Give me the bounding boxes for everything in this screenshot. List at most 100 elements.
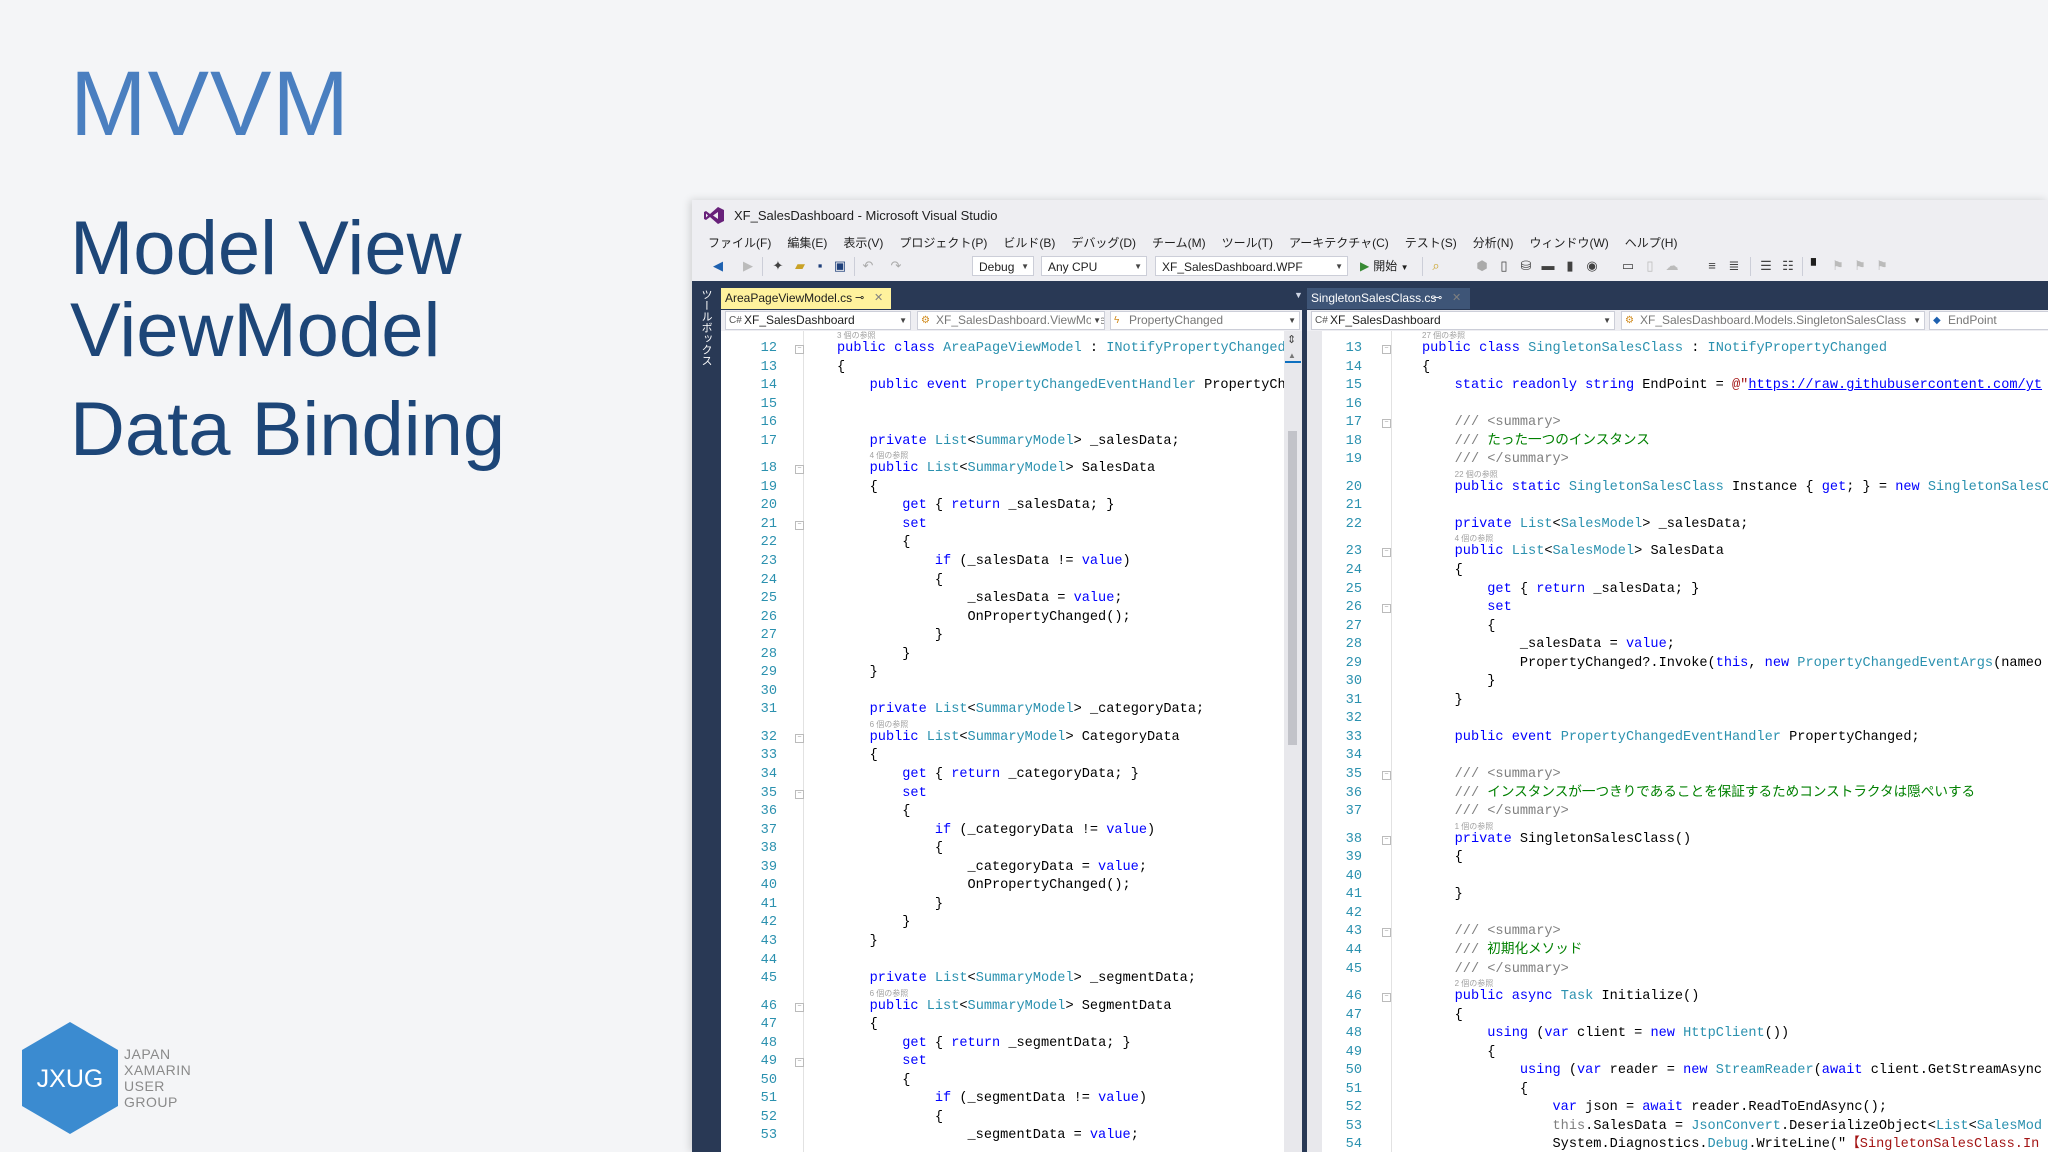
pin-icon[interactable]: ⊸ (855, 288, 864, 309)
vertical-scrollbar[interactable]: ⇕ ▲ (1284, 331, 1302, 1152)
code-lens-references[interactable]: 6 個の参照 (721, 989, 1302, 998)
line-number: 25 (760, 591, 777, 607)
chevron-down-icon: ▼ (1400, 263, 1409, 272)
code-line: 48 using (var client = new HttpClient()) (1307, 1025, 2048, 1044)
close-icon[interactable]: ✕ (874, 288, 883, 309)
collapse-icon[interactable]: − (1382, 345, 1391, 354)
project-dropdown[interactable]: C# XF_SalesDashboard ▼ (725, 311, 911, 330)
code-line: 42 } (721, 914, 1302, 933)
xamarin-icon[interactable]: ◉ (1584, 258, 1600, 274)
code-text: _categoryData = value; (837, 859, 1148, 878)
collapse-icon[interactable]: − (1382, 419, 1391, 429)
bookmark-icon[interactable]: ▘ (1808, 258, 1824, 274)
uncomment-icon[interactable]: ≣ (1726, 258, 1742, 274)
code-editor[interactable]: 27 個の参照 13 − public class SingletonSalesCla… (1307, 331, 2048, 1152)
collapse-icon[interactable]: − (1382, 835, 1391, 845)
code-lens-references[interactable]: 6 個の参照 (721, 720, 1302, 729)
menu-analyze[interactable]: 分析(N) (1465, 231, 1522, 252)
android-device-icon[interactable]: ▯ (1496, 258, 1512, 274)
solution-platform-dropdown[interactable]: Any CPU ▼ (1041, 256, 1147, 276)
collapse-icon[interactable]: − (1382, 548, 1391, 558)
collapse-icon[interactable]: − (795, 733, 804, 743)
save-icon[interactable]: ▪ (812, 258, 828, 274)
code-token[interactable]: https://raw.githubusercontent.com/yt (1748, 378, 2042, 393)
collapse-icon[interactable]: − (795, 1058, 804, 1068)
toolbox-strip[interactable]: ツールボックス (692, 281, 718, 1152)
emulator-icon[interactable]: ▮ (1562, 258, 1578, 274)
start-debugging-button[interactable]: ▶ 開始 ▼ (1360, 257, 1409, 276)
code-lens-references[interactable]: 27 個の参照 (1307, 331, 2048, 340)
open-file-icon[interactable]: ▰ (792, 258, 808, 274)
new-project-icon[interactable]: ✦ (770, 258, 786, 274)
code-line: 25 get { return _salesData; } (1307, 581, 2048, 600)
member-dropdown[interactable]: ◆ EndPoint (1929, 311, 2048, 330)
toolbox-label[interactable]: ツールボックス (698, 289, 714, 366)
menu-file[interactable]: ファイル(F) (700, 231, 779, 252)
terminal-icon[interactable]: ▬ (1540, 258, 1556, 274)
back-icon[interactable]: ◀ (710, 258, 726, 274)
monitor-icon[interactable]: ▭ (1620, 258, 1636, 274)
remote-device-icon[interactable]: ▯ (1642, 258, 1658, 274)
collapse-icon[interactable]: − (1382, 993, 1391, 1003)
code-editor[interactable]: 3 個の参照 12 − public class AreaPageViewModel … (721, 331, 1302, 1152)
menu-edit[interactable]: 編集(E) (779, 231, 835, 252)
menu-test[interactable]: テスト(S) (1397, 231, 1465, 252)
save-all-icon[interactable]: ▣ (832, 258, 848, 274)
scrollbar-thumb[interactable] (1288, 431, 1297, 745)
undo-icon[interactable]: ↶ (860, 258, 876, 274)
close-icon[interactable]: ✕ (1452, 288, 1461, 309)
menu-tools[interactable]: ツール(T) (1214, 231, 1281, 252)
tab-area-page-view-model[interactable]: AreaPageViewModel.cs ⊸ ✕ (721, 288, 891, 309)
next-bookmark-icon[interactable]: ⚑ (1852, 258, 1868, 274)
collapse-icon[interactable]: − (795, 520, 804, 530)
collapse-icon[interactable]: − (795, 345, 804, 354)
chevron-down-icon: ▼ (1134, 262, 1142, 271)
code-lens-references[interactable]: 22 個の参照 (1307, 470, 2048, 479)
menu-window[interactable]: ウィンドウ(W) (1521, 231, 1616, 252)
collapse-icon[interactable]: − (795, 1002, 804, 1012)
menu-help[interactable]: ヘルプ(H) (1617, 231, 1686, 252)
prev-bookmark-icon[interactable]: ⚑ (1830, 258, 1846, 274)
type-dropdown[interactable]: ⚙ XF_SalesDashboard.Models.SingletonSales… (1621, 311, 1925, 330)
collapse-icon[interactable]: − (1382, 928, 1391, 938)
solution-configuration-dropdown[interactable]: Debug ▼ (972, 256, 1034, 276)
code-lens-references[interactable]: 3 個の参照 (721, 331, 1302, 340)
code-token: { (837, 479, 878, 495)
code-lens-references[interactable]: 4 個の参照 (1307, 534, 2048, 543)
tab-overflow-dropdown[interactable]: ▼ (1294, 290, 1303, 300)
code-token: > CategoryData (1065, 729, 1180, 745)
forward-icon[interactable]: ▶ (740, 258, 756, 274)
split-handle-icon[interactable]: ⇕ (1287, 333, 1296, 346)
menu-team[interactable]: チーム(M) (1144, 231, 1214, 252)
outdent-icon[interactable]: ☷ (1780, 258, 1796, 274)
redo-icon[interactable]: ↷ (888, 258, 904, 274)
indent-icon[interactable]: ☰ (1758, 258, 1774, 274)
cloud-icon[interactable]: ☁ (1664, 258, 1680, 274)
pin-icon[interactable]: ⊸ (1433, 288, 1442, 309)
code-lens-references[interactable]: 2 個の参照 (1307, 979, 2048, 988)
code-lens-references[interactable]: 1 個の参照 (1307, 822, 2048, 831)
sdk-manager-icon[interactable]: ⛁ (1518, 258, 1534, 274)
startup-project-dropdown[interactable]: XF_SalesDashboard.WPF ▼ (1155, 256, 1348, 276)
collapse-icon[interactable]: − (1382, 604, 1391, 614)
menu-architecture[interactable]: アーキテクチャ(C) (1281, 231, 1397, 252)
member-dropdown[interactable]: ϟ PropertyChanged ▼ (1110, 311, 1300, 330)
collapse-icon[interactable]: − (1382, 771, 1391, 781)
menu-build[interactable]: ビルド(B) (995, 231, 1063, 252)
type-dropdown[interactable]: ⚙ XF_SalesDashboard.ViewModels.AreaPageVi… (917, 311, 1105, 330)
menu-debug[interactable]: デバッグ(D) (1063, 231, 1144, 252)
find-icon[interactable]: ⌕ (1428, 258, 1444, 274)
title-bar: XF_SalesDashboard - Microsoft Visual Stu… (692, 200, 2048, 231)
project-dropdown[interactable]: C# XF_SalesDashboard ▼ (1311, 311, 1615, 330)
tab-singleton-sales-class[interactable]: SingletonSalesClass.cs ⊸ ✕ (1307, 288, 1470, 309)
scroll-up-icon[interactable]: ▲ (1288, 351, 1296, 360)
menu-view[interactable]: 表示(V) (835, 231, 891, 252)
device-icon[interactable]: ⬢ (1474, 258, 1490, 274)
collapse-icon[interactable]: − (795, 465, 804, 475)
clear-bookmarks-icon[interactable]: ⚑ (1874, 258, 1890, 274)
code-lens-references[interactable]: 4 個の参照 (721, 451, 1302, 460)
csharp-project-icon: C# (1315, 315, 1328, 326)
comment-icon[interactable]: ≡ (1704, 258, 1720, 274)
collapse-icon[interactable]: − (795, 789, 804, 799)
menu-project[interactable]: プロジェクト(P) (891, 231, 995, 252)
